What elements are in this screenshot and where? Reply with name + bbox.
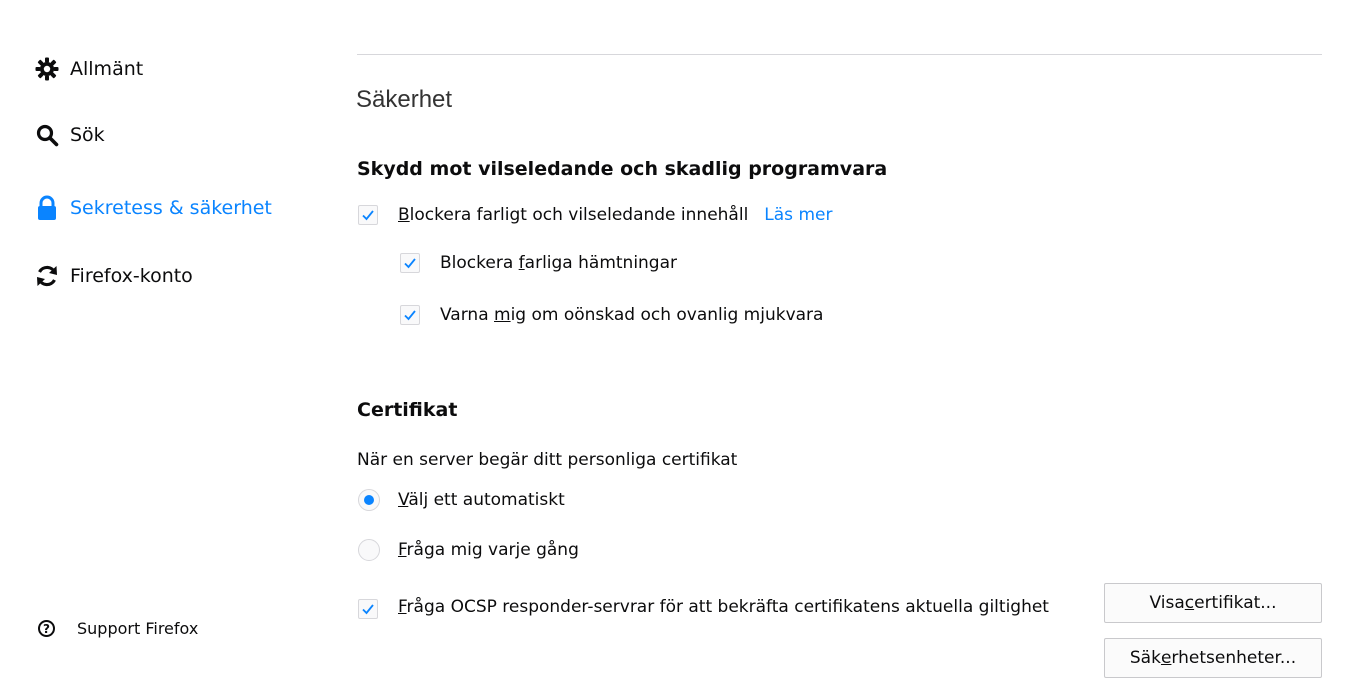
select-automatically-radio[interactable]	[358, 489, 380, 511]
block-downloads-label[interactable]: Blockera farliga hämtningar	[440, 253, 677, 273]
certificates-heading: Certifikat	[357, 399, 458, 421]
block-downloads-checkbox[interactable]	[400, 253, 420, 273]
section-divider	[357, 54, 1322, 55]
sidebar-item-label: Allmänt	[70, 58, 144, 80]
search-icon	[34, 122, 60, 148]
checkmark-icon	[404, 310, 416, 321]
ask-every-time-radio[interactable]	[358, 539, 380, 561]
preferences-page: Allmänt Sök Sekretess & säkerhet Firefox…	[0, 0, 1360, 698]
ocsp-checkbox[interactable]	[358, 599, 378, 619]
sidebar-item-search[interactable]: Sök	[34, 122, 105, 148]
section-title: Säkerhet	[356, 86, 453, 113]
ask-every-time-label[interactable]: Fråga mig varje gång	[398, 540, 579, 560]
block-dangerous-option: Blockera farligt och vilseledande innehå…	[358, 205, 832, 225]
checkmark-icon	[362, 210, 374, 221]
protection-heading: Skydd mot vilseledande och skadlig progr…	[357, 158, 888, 180]
sidebar-item-firefox-account[interactable]: Firefox-konto	[34, 263, 193, 289]
support-firefox-link[interactable]: ? Support Firefox	[38, 619, 198, 638]
block-dangerous-label[interactable]: Blockera farligt och vilseledande innehå…	[398, 205, 748, 225]
help-icon: ?	[38, 620, 55, 637]
warn-unwanted-checkbox[interactable]	[400, 305, 420, 325]
select-automatically-label[interactable]: Välj ett automatiskt	[398, 490, 565, 510]
gear-icon	[34, 56, 60, 82]
sidebar-item-privacy-security[interactable]: Sekretess & säkerhet	[34, 195, 272, 221]
warn-unwanted-option: Varna mig om oönskad och ovanlig mjukvar…	[400, 305, 823, 325]
checkmark-icon	[362, 604, 374, 615]
block-downloads-option: Blockera farliga hämtningar	[400, 253, 677, 273]
ask-every-time-option: Fråga mig varje gång	[358, 539, 579, 561]
learn-more-link[interactable]: Läs mer	[764, 205, 832, 225]
view-certificates-button[interactable]: Visa c ertifikat...	[1104, 583, 1322, 623]
lock-icon	[34, 195, 60, 221]
support-label: Support Firefox	[77, 619, 199, 638]
certificates-description: När en server begär ditt personliga cert…	[357, 450, 738, 470]
ocsp-option: Fråga OCSP responder-servrar för att bek…	[358, 592, 1058, 624]
block-dangerous-checkbox[interactable]	[358, 205, 378, 225]
warn-unwanted-label[interactable]: Varna mig om oönskad och ovanlig mjukvar…	[440, 305, 823, 325]
sidebar-item-label: Sekretess & säkerhet	[70, 197, 272, 219]
select-automatically-option: Välj ett automatiskt	[358, 489, 565, 511]
sidebar-item-general[interactable]: Allmänt	[34, 56, 143, 82]
sidebar-item-label: Sök	[70, 124, 105, 146]
sidebar-item-label: Firefox-konto	[70, 265, 193, 287]
checkmark-icon	[404, 258, 416, 269]
sync-icon	[34, 263, 60, 289]
radio-dot	[364, 495, 374, 505]
security-devices-button[interactable]: Säk e rhetsenheter...	[1104, 638, 1322, 678]
ocsp-label[interactable]: Fråga OCSP responder-servrar för att bek…	[398, 590, 1049, 624]
